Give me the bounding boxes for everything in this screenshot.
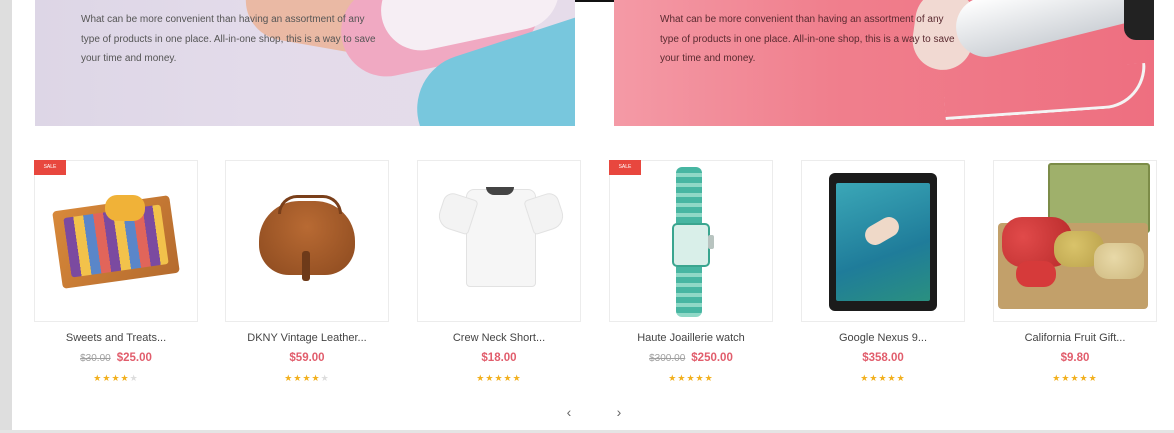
star-icon: ★ <box>320 373 330 383</box>
product-price: $59.00 <box>225 352 389 364</box>
product-name[interactable]: Crew Neck Short... <box>417 332 581 344</box>
banner-cable-image <box>942 62 1149 121</box>
rating-stars: ★★★★★ <box>34 373 198 384</box>
star-icon: ★ <box>704 373 714 383</box>
product-image[interactable] <box>225 160 389 322</box>
current-price: $9.80 <box>1060 352 1090 364</box>
star-icon: ★ <box>1052 373 1062 383</box>
product-price: $300.00 $250.00 <box>609 352 773 364</box>
product-name[interactable]: Haute Joaillerie watch <box>609 332 773 344</box>
sale-badge: SALE <box>34 160 66 175</box>
promo-banner-left[interactable]: What can be more convenient than having … <box>35 0 575 126</box>
product-name[interactable]: California Fruit Gift... <box>993 332 1157 344</box>
product-card[interactable]: SALE Haute Joaillerie watch $300.00 $250.… <box>609 160 773 396</box>
rating-stars: ★★★★★ <box>417 373 581 384</box>
rating-stars: ★★★★★ <box>609 373 773 384</box>
current-price: $25.00 <box>116 352 152 364</box>
star-icon: ★ <box>896 373 906 383</box>
product-card[interactable]: Crew Neck Short... $18.00 ★★★★★ <box>417 160 581 396</box>
rating-stars: ★★★★★ <box>993 373 1157 384</box>
product-name[interactable]: Google Nexus 9... <box>801 332 965 344</box>
old-price: $30.00 <box>80 353 111 364</box>
product-card[interactable]: Google Nexus 9... $358.00 ★★★★★ <box>801 160 965 396</box>
star-icon: ★ <box>512 373 522 383</box>
banner-description: What can be more convenient than having … <box>660 14 955 64</box>
star-icon: ★ <box>311 373 321 383</box>
star-icon: ★ <box>284 373 294 383</box>
product-price: $358.00 <box>801 352 965 364</box>
star-icon: ★ <box>494 373 504 383</box>
product-image[interactable] <box>34 160 198 322</box>
product-price: $9.80 <box>993 352 1157 364</box>
banner-device-image <box>1124 0 1154 40</box>
product-name[interactable]: Sweets and Treats... <box>34 332 198 344</box>
star-icon: ★ <box>111 373 121 383</box>
current-price: $250.00 <box>691 352 733 364</box>
current-price: $18.00 <box>481 352 517 364</box>
star-icon: ★ <box>887 373 897 383</box>
product-price: $30.00 $25.00 <box>34 352 198 364</box>
star-icon: ★ <box>302 373 312 383</box>
current-price: $59.00 <box>289 352 325 364</box>
rating-stars: ★★★★★ <box>801 373 965 384</box>
chevron-left-icon[interactable]: ‹ <box>559 402 579 422</box>
product-card[interactable]: SALE Sweets and Treats... $30.00 $25.00 ★… <box>34 160 198 396</box>
product-card[interactable]: DKNY Vintage Leather... $59.00 ★★★★★ <box>225 160 389 396</box>
star-icon: ★ <box>129 373 139 383</box>
old-price: $300.00 <box>649 353 686 364</box>
product-image[interactable] <box>801 160 965 322</box>
product-card[interactable]: California Fruit Gift... $9.80 ★★★★★ <box>993 160 1157 396</box>
star-icon: ★ <box>860 373 870 383</box>
product-image[interactable] <box>993 160 1157 322</box>
star-icon: ★ <box>695 373 705 383</box>
star-icon: ★ <box>668 373 678 383</box>
sale-badge: SALE <box>609 160 641 175</box>
product-name[interactable]: DKNY Vintage Leather... <box>225 332 389 344</box>
star-icon: ★ <box>878 373 888 383</box>
product-image[interactable] <box>417 160 581 322</box>
star-icon: ★ <box>476 373 486 383</box>
promo-banner-right[interactable]: What can be more convenient than having … <box>614 0 1154 126</box>
product-image[interactable] <box>609 160 773 322</box>
current-price: $358.00 <box>862 352 904 364</box>
star-icon: ★ <box>686 373 696 383</box>
star-icon: ★ <box>93 373 103 383</box>
chevron-right-icon[interactable]: › <box>609 402 629 422</box>
rating-stars: ★★★★★ <box>225 373 389 384</box>
star-icon: ★ <box>1088 373 1098 383</box>
star-icon: ★ <box>120 373 130 383</box>
product-price: $18.00 <box>417 352 581 364</box>
star-icon: ★ <box>1070 373 1080 383</box>
left-edge <box>0 0 12 433</box>
star-icon: ★ <box>1079 373 1089 383</box>
banner-description: What can be more convenient than having … <box>81 14 376 64</box>
star-icon: ★ <box>503 373 513 383</box>
